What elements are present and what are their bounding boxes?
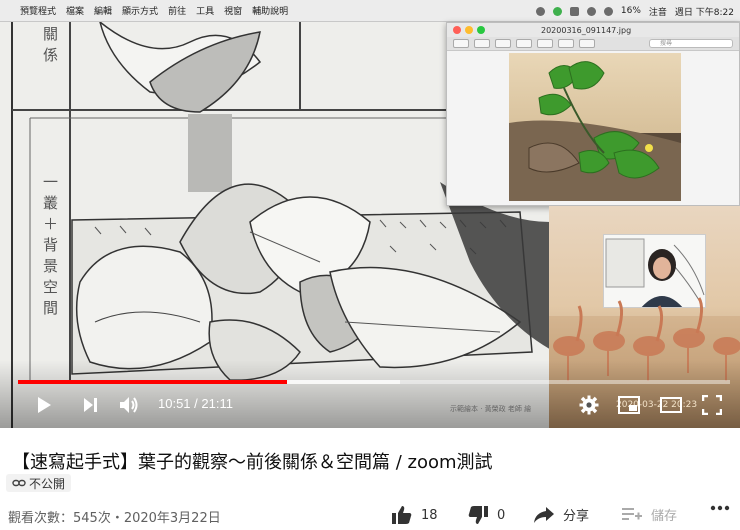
like-button[interactable]: 18 (391, 505, 438, 525)
next-button[interactable] (79, 394, 101, 416)
minimize-window-icon[interactable] (465, 26, 473, 34)
preview-filename: 20200316_091147.jpg (541, 25, 632, 35)
theater-mode-button[interactable] (660, 394, 682, 416)
sidebar-toggle-icon[interactable] (453, 39, 469, 48)
menu-file[interactable]: 檔案 (66, 4, 84, 17)
link-icon (12, 479, 26, 487)
video-player[interactable]: 關係 一叢＋背景空間 預覽程式 檔案 編輯 顯示方式 前往 工具 視窗 輔助說明… (0, 0, 740, 428)
volume-icon (120, 397, 138, 413)
menu-go[interactable]: 前往 (168, 4, 186, 17)
visibility-label: 不公開 (29, 476, 66, 491)
tray-app-icon[interactable] (535, 6, 545, 16)
fullscreen-button[interactable] (701, 394, 723, 416)
share-arrow-icon (534, 506, 554, 523)
youtube-watch-page: 關係 一叢＋背景空間 預覽程式 檔案 編輯 顯示方式 前往 工具 視窗 輔助說明… (0, 0, 740, 530)
paper-label-top: 關係 (41, 26, 59, 68)
time-display: 10:51 / 21:11 (158, 396, 233, 411)
miniplayer-icon (618, 396, 640, 414)
strawberry-plant-photo (509, 53, 681, 201)
tray-screen-icon[interactable] (569, 6, 579, 16)
paper-label-side: 一叢＋背景空間 (41, 174, 59, 321)
dislike-button[interactable]: 0 (467, 505, 505, 525)
miniplayer-button[interactable] (618, 394, 640, 416)
zoom-window-icon[interactable] (477, 26, 485, 34)
share-icon[interactable] (516, 39, 532, 48)
preview-window[interactable]: 20200316_091147.jpg 搜尋 (446, 22, 740, 206)
menu-window[interactable]: 視窗 (224, 4, 242, 17)
mac-menubar: 預覽程式 檔案 編輯 顯示方式 前往 工具 視窗 輔助說明 16% 注音 週日 … (0, 0, 740, 22)
preview-toolbar: 搜尋 (447, 37, 739, 51)
thumbs-up-icon (392, 506, 412, 524)
tray-line-icon[interactable] (552, 6, 562, 16)
zoom-in-icon[interactable] (495, 39, 511, 48)
gear-icon (579, 395, 599, 415)
menu-tools[interactable]: 工具 (196, 4, 214, 17)
wifi-icon[interactable] (603, 6, 613, 16)
volume-button[interactable] (118, 394, 140, 416)
menubar-status: 16% 注音 週日 下午8:22 (535, 0, 734, 22)
rotate-icon[interactable] (558, 39, 574, 48)
preview-titlebar[interactable]: 20200316_091147.jpg (447, 23, 739, 37)
sketch-watermark: 示範繪本 · 黃榮政 老師 繪 (450, 405, 532, 413)
menu-help[interactable]: 輔助說明 (252, 4, 288, 17)
input-method[interactable]: 注音 (649, 5, 667, 18)
menu-edit[interactable]: 編輯 (94, 4, 112, 17)
video-title: 【速寫起手式】葉子的觀察～前後關係＆空間篇 / zoom測試 (12, 452, 493, 473)
progress-played[interactable] (18, 380, 287, 384)
save-label: 儲存 (651, 509, 678, 524)
more-horizontal-icon (710, 505, 730, 511)
thumbs-down-icon (468, 506, 488, 524)
share-label: 分享 (563, 509, 590, 524)
preview-search-input[interactable]: 搜尋 (649, 39, 733, 48)
dislike-count: 0 (497, 507, 506, 523)
save-button[interactable]: 儲存 (621, 505, 677, 524)
battery-level[interactable]: 16% (621, 6, 641, 16)
bluetooth-icon[interactable] (586, 6, 596, 16)
settings-button[interactable] (578, 394, 600, 416)
markup-icon[interactable] (579, 39, 595, 48)
markup-pen-icon[interactable] (537, 39, 553, 48)
visibility-badge: 不公開 (6, 474, 72, 492)
playlist-add-icon (622, 507, 642, 520)
play-button[interactable] (33, 394, 55, 416)
menu-view[interactable]: 顯示方式 (122, 4, 158, 17)
play-icon (38, 397, 51, 413)
share-button[interactable]: 分享 (533, 505, 589, 524)
fullscreen-icon (702, 395, 722, 415)
theater-icon (660, 397, 682, 413)
zoom-out-icon[interactable] (474, 39, 490, 48)
video-meta: 觀看次數：545次・2020年3月22日 (8, 511, 221, 526)
close-window-icon[interactable] (453, 26, 461, 34)
like-count: 18 (421, 507, 438, 523)
menu-preview[interactable]: 預覽程式 (20, 4, 56, 17)
clock[interactable]: 週日 下午8:22 (675, 5, 734, 18)
more-actions-button[interactable] (710, 505, 730, 511)
skip-next-icon (84, 398, 97, 412)
